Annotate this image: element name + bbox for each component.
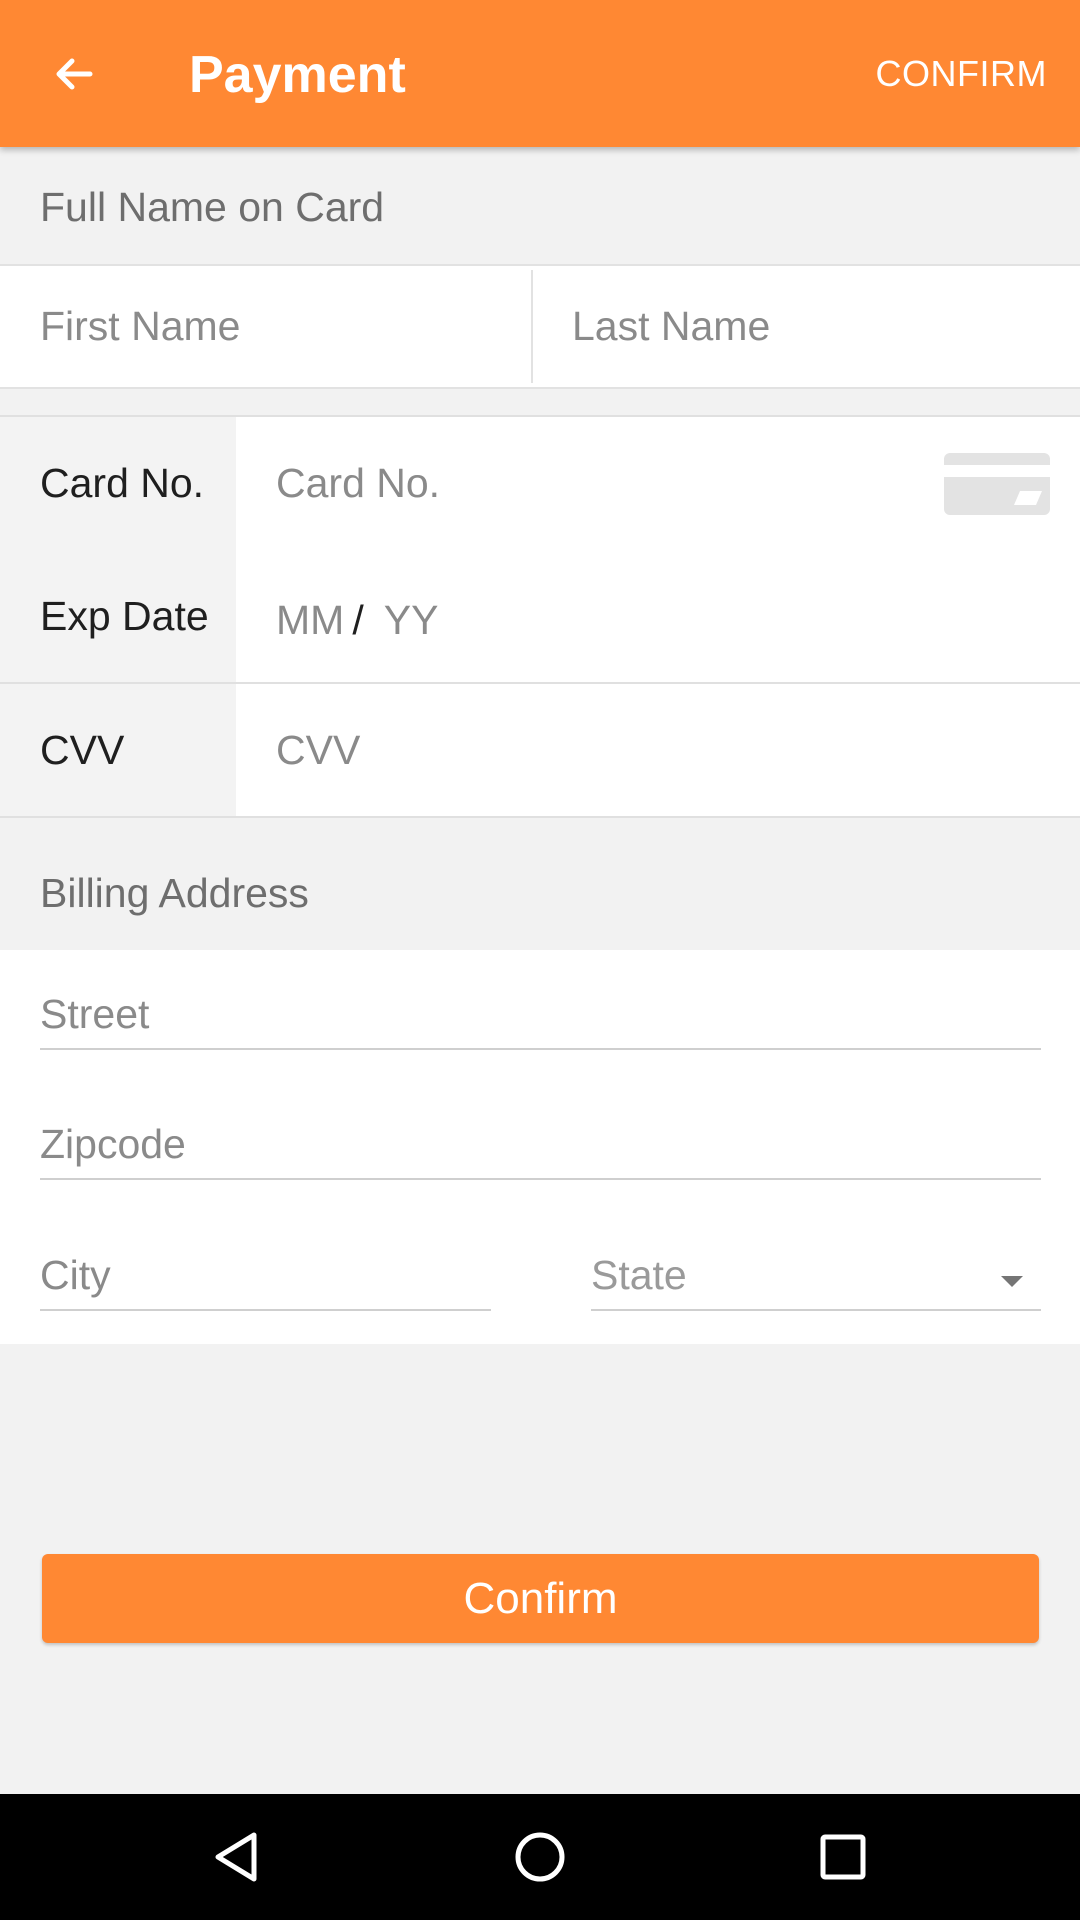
exp-date-label-cell: Exp Date [0, 550, 236, 682]
confirm-button-label: Confirm [463, 1573, 618, 1623]
full-name-header: Full Name on Card [0, 184, 1080, 240]
dropdown-arrow-icon [1001, 1276, 1023, 1287]
card-number-row: Card No. Card No. [0, 415, 1080, 552]
billing-address-header: Billing Address [0, 870, 1080, 926]
name-row: First Name Last Name [0, 264, 1080, 389]
name-divider [531, 270, 533, 383]
last-name-field[interactable]: Last Name [572, 266, 1052, 387]
page-title: Payment [189, 46, 406, 104]
card-number-input[interactable]: Card No. [276, 417, 910, 550]
cvv-label-cell: CVV [0, 684, 236, 816]
billing-address-header-label: Billing Address [40, 870, 309, 916]
nav-home-circle-icon [515, 1832, 565, 1882]
exp-date-label: Exp Date [40, 592, 209, 639]
street-placeholder: Street [40, 991, 150, 1037]
back-button[interactable] [34, 38, 114, 110]
confirm-action-button[interactable]: CONFIRM [876, 50, 1047, 98]
app-bar: Payment CONFIRM [0, 0, 1080, 147]
confirm-button[interactable]: Confirm [42, 1554, 1039, 1643]
nav-recents-square-icon [820, 1834, 866, 1880]
full-name-header-label: Full Name on Card [40, 184, 385, 230]
cvv-placeholder: CVV [276, 726, 361, 773]
state-dropdown[interactable]: State [591, 1251, 1041, 1311]
zipcode-input[interactable]: Zipcode [40, 1120, 1041, 1180]
city-input[interactable]: City [40, 1251, 491, 1311]
exp-year-input[interactable]: YY [384, 597, 439, 644]
street-input[interactable]: Street [40, 990, 1041, 1050]
nav-recents-button[interactable] [803, 1817, 883, 1897]
exp-date-input: MM / YY [276, 550, 1040, 682]
billing-address-panel: Street Zipcode City State [0, 950, 1080, 1344]
cvv-label: CVV [40, 726, 125, 773]
nav-home-button[interactable] [500, 1817, 580, 1897]
card-number-label: Card No. [40, 460, 205, 506]
card-number-label-cell: Card No. [0, 417, 236, 550]
cvv-row: CVV CVV [0, 684, 1080, 818]
first-name-placeholder: First Name [40, 303, 241, 349]
card-number-placeholder: Card No. [276, 460, 441, 506]
cvv-input[interactable]: CVV [276, 684, 1040, 816]
city-placeholder: City [40, 1252, 111, 1298]
exp-separator: / [352, 596, 364, 643]
nav-back-button[interactable] [196, 1817, 276, 1897]
zipcode-placeholder: Zipcode [40, 1121, 186, 1167]
last-name-placeholder: Last Name [572, 303, 771, 349]
exp-date-row: Exp Date MM / YY [0, 550, 1080, 684]
credit-card-icon [944, 453, 1050, 515]
state-placeholder: State [591, 1252, 687, 1298]
arrow-back-icon [56, 58, 93, 90]
exp-month-input[interactable]: MM [276, 597, 344, 644]
first-name-field[interactable]: First Name [40, 266, 520, 387]
nav-back-triangle-icon [215, 1832, 257, 1882]
system-nav-bar [0, 1794, 1080, 1920]
